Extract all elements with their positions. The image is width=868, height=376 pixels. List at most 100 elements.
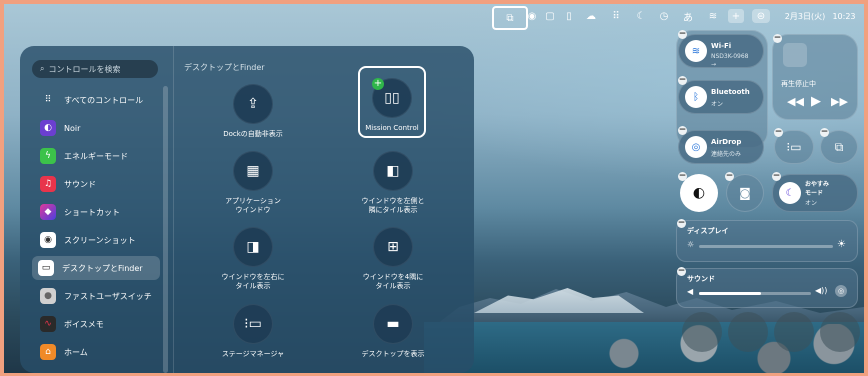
- mission-control-menu-icon[interactable]: ⧉: [492, 6, 528, 30]
- tile-dock-autohide[interactable]: ⇪ Dockの自動非表示: [198, 84, 308, 139]
- screenshot-icon: ◙: [739, 186, 751, 200]
- remove-now-playing-button[interactable]: −: [773, 34, 782, 43]
- remove-stage-manager-button[interactable]: −: [774, 128, 783, 137]
- focus-title-line2: モード: [805, 190, 824, 197]
- shortcuts-icon: ◆: [40, 204, 56, 220]
- tile-label: ウインドウを左側と 隣にタイル表示: [361, 197, 425, 214]
- tile-mission-control[interactable]: + ▯▯ Mission Control: [358, 66, 426, 138]
- remove-noir-button[interactable]: −: [678, 172, 687, 181]
- focus-toggle[interactable]: ☾ おやすみ モード オン: [772, 174, 858, 212]
- dock-icon: ⇪: [233, 84, 273, 124]
- search-icon: ⌕: [40, 64, 45, 73]
- volume-low-icon: ◀: [687, 287, 694, 296]
- bluetooth-toggle[interactable]: ᛒ Bluetooth オン: [678, 80, 764, 114]
- sidebar-item-label: サウンド: [64, 179, 96, 189]
- sidebar-item-energy-mode[interactable]: ϟ エネルギーモード: [34, 144, 160, 168]
- brightness-slider[interactable]: [699, 245, 833, 248]
- tile-stage-manager[interactable]: ⁝▭ ステージマネージャ: [198, 304, 308, 359]
- sidebar-item-sound[interactable]: ♫ サウンド: [34, 172, 160, 196]
- screen-mirroring-icon: ⧉: [834, 139, 844, 154]
- moon-icon: ☾: [636, 10, 646, 22]
- tile-left-right-icon: ◨: [233, 227, 273, 267]
- wifi-menu-icon[interactable]: ≋: [705, 7, 721, 25]
- airdrop-title: AirDrop: [711, 138, 742, 146]
- tile-app-windows[interactable]: ▦ アプリケーション ウインドウ: [198, 151, 308, 215]
- show-desktop-icon: ▬: [373, 304, 413, 344]
- wifi-icon: ≋: [708, 10, 718, 22]
- brightness-high-icon: ☀: [837, 239, 846, 250]
- tile-left-tile[interactable]: ◧ ウインドウを左側と 隣にタイル表示: [338, 151, 448, 215]
- wifi-toggle[interactable]: ≋ Wi-Fi NSD3K-0968 →: [678, 34, 764, 68]
- moon-icon: ☾: [779, 182, 801, 204]
- sidebar-scrollbar[interactable]: [163, 86, 168, 373]
- stage-manager-menu-icon[interactable]: ▢: [542, 7, 558, 25]
- tile-label: デスクトップを表示: [361, 350, 425, 358]
- remove-screenshot-button[interactable]: −: [725, 172, 734, 181]
- tile-label: Dockの自動非表示: [223, 130, 283, 138]
- add-menu-button[interactable]: +: [728, 9, 744, 23]
- tile-left-icon: ◧: [373, 151, 413, 191]
- grid-icon: ⠿: [44, 95, 52, 105]
- home-icon: ⌂: [40, 344, 56, 360]
- tile-label: アプリケーション ウインドウ: [225, 197, 281, 214]
- desktop-finder-icon: ▭: [38, 260, 54, 276]
- menu-date[interactable]: 2月3日(火): [782, 7, 828, 25]
- tile-four-corners[interactable]: ⊞ ウインドウを4隅に タイル表示: [338, 227, 448, 291]
- bluetooth-title: Bluetooth: [711, 88, 750, 96]
- user-icon: ●: [40, 288, 56, 304]
- remove-bluetooth-button[interactable]: −: [678, 76, 687, 85]
- tile-show-desktop[interactable]: ▬ デスクトップを表示: [338, 304, 448, 359]
- wifi-title: Wi-Fi: [711, 42, 732, 50]
- battery-menu-icon[interactable]: ▯: [561, 7, 577, 25]
- sidebar-item-screenshot[interactable]: ◉ スクリーンショット: [34, 228, 160, 252]
- remove-airdrop-button[interactable]: −: [678, 126, 687, 135]
- wifi-icon: ≋: [685, 40, 707, 62]
- sidebar-item-label: ファストユーザスイッチ: [64, 291, 152, 301]
- remove-display-button[interactable]: −: [677, 219, 686, 228]
- noir-app-icon: ◐: [40, 120, 56, 136]
- focus-menu-icon[interactable]: ☾: [633, 7, 649, 25]
- icloud-menu-icon[interactable]: ☁: [583, 7, 599, 25]
- now-playing-status: 再生停止中: [781, 80, 816, 88]
- airplay-audio-icon[interactable]: ◎: [835, 285, 847, 297]
- tile-label: ステージマネージャ: [221, 350, 285, 358]
- remove-sound-button[interactable]: −: [677, 267, 686, 276]
- sidebar-item-label: Noir: [64, 123, 81, 133]
- sidebar-item-desktop-finder[interactable]: ▭ デスクトップとFinder: [32, 256, 160, 280]
- play-icon[interactable]: ▶: [811, 94, 821, 109]
- sidebar-item-fast-user-switch[interactable]: ● ファストユーザスイッチ: [34, 284, 160, 308]
- now-playing-module[interactable]: 再生停止中 ◀◀ ▶ ▶▶: [772, 34, 858, 120]
- energy-icon: ϟ: [40, 148, 56, 164]
- remove-screen-mirroring-button[interactable]: −: [820, 128, 829, 137]
- control-center-icon: ⊜: [756, 10, 766, 22]
- airdrop-toggle[interactable]: ◎ AirDrop 連絡先のみ: [678, 130, 764, 164]
- sidebar-item-shortcuts[interactable]: ◆ ショートカット: [34, 200, 160, 224]
- fast-forward-icon[interactable]: ▶▶: [831, 95, 848, 108]
- sidebar-item-label: スクリーンショット: [64, 235, 136, 245]
- screenshot-menu-icon[interactable]: ◉: [524, 7, 540, 25]
- sidebar-item-voice-memos[interactable]: ∿ ボイスメモ: [34, 312, 160, 336]
- desktop: ⧉ ◉ ▢ ▯ ☁ ⠿ ☾ ◷ あ ≋ + ⊜ 2月3日(火) 10:23 ⌕ …: [4, 4, 864, 373]
- rewind-icon[interactable]: ◀◀: [787, 95, 804, 108]
- empty-slot: [682, 312, 722, 352]
- airdrop-icon: ◎: [685, 136, 707, 158]
- menu-time[interactable]: 10:23: [830, 7, 858, 25]
- sidebar-item-all-controls[interactable]: ⠿ すべてのコントロール: [34, 88, 160, 112]
- add-badge-icon[interactable]: +: [372, 78, 384, 90]
- clock-menu-icon[interactable]: ◷: [656, 7, 672, 25]
- screenshot-icon: ◉: [527, 10, 537, 22]
- search-placeholder: コントロールを検索: [48, 64, 121, 74]
- control-center-menu-icon[interactable]: ⊜: [752, 9, 770, 23]
- sidebar-item-label: すべてのコントロール: [64, 95, 144, 105]
- sidebar-item-noir[interactable]: ◐ Noir: [34, 116, 160, 140]
- remove-focus-button[interactable]: −: [772, 172, 781, 181]
- remove-wifi-button[interactable]: −: [678, 30, 687, 39]
- tile-left-right[interactable]: ◨ ウインドウを左右に タイル表示: [198, 227, 308, 291]
- volume-slider[interactable]: [699, 292, 811, 295]
- sidebar-item-home[interactable]: ⌂ ホーム: [34, 340, 160, 364]
- stage-manager-icon: ⁝▭: [233, 304, 273, 344]
- search-field[interactable]: ⌕ コントロールを検索: [32, 60, 158, 78]
- input-method-menu-icon[interactable]: あ: [680, 7, 696, 25]
- grid-menu-icon[interactable]: ⠿: [608, 7, 624, 25]
- album-artwork: [783, 43, 807, 67]
